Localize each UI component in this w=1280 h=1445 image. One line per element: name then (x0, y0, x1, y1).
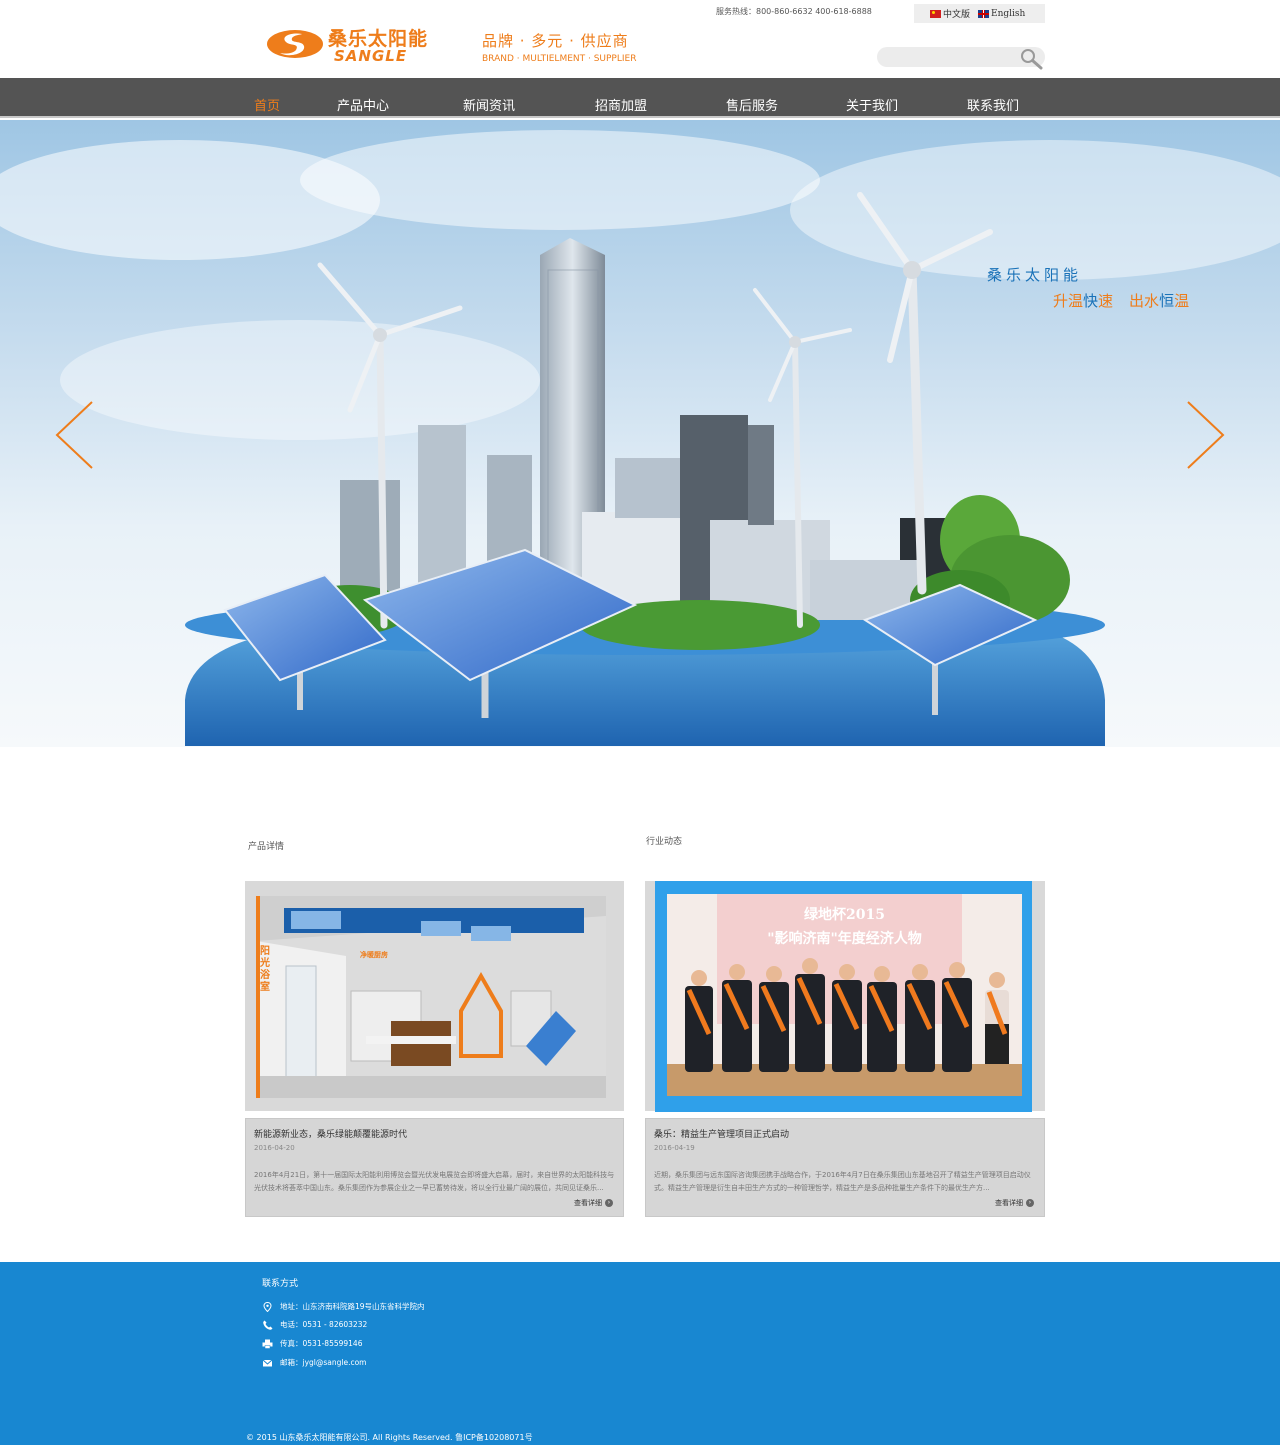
logo[interactable]: 桑乐太阳能 SANGLE (266, 24, 436, 66)
news-more-link[interactable]: 查看详细 › (995, 1198, 1034, 1208)
news-more-label: 查看详细 (995, 1199, 1023, 1207)
news-image-frame[interactable]: 绿地杯2015 "影响济南"年度经济人物 (645, 881, 1045, 1112)
logo-text-en: SANGLE (334, 47, 408, 65)
chevron-left-icon (55, 401, 93, 469)
arrow-right-circle-icon: › (1026, 1199, 1034, 1207)
site-footer: 联系方式 地址：山东济南科院路19号山东省科学院内 电话：0531 - 8260… (0, 1262, 1280, 1445)
service-hotline: 服务热线：800-860-6632 400-618-6888 (716, 7, 872, 16)
banner-prev-button[interactable] (54, 400, 94, 470)
product-card-body: 新能源新业态，桑乐绿能颠覆能源时代 2016-04-20 2016年4月21日，… (245, 1118, 624, 1217)
uk-flag-icon (978, 9, 990, 18)
banner-title: 桑乐太阳能 (987, 266, 1083, 284)
nav-item-products[interactable]: 产品中心 (337, 95, 389, 114)
footer-contact-title: 联系方式 (262, 1279, 299, 1289)
tagline-a3: 速 (1098, 292, 1114, 310)
footer-phone: 电话：0531 - 82603232 (262, 1319, 367, 1330)
news-card-body: 桑乐：精益生产管理项目正式启动 2016-04-19 近期，桑乐集团与远东国际咨… (645, 1118, 1045, 1217)
news-card-title[interactable]: 桑乐：精益生产管理项目正式启动 (654, 1127, 789, 1140)
hero-banner: 桑乐太阳能 升温快速 出水恒温 (0, 120, 1280, 747)
banner-scene-illustration (0, 130, 1280, 746)
award-ceremony-illustration (667, 894, 1022, 1096)
footer-email: 邮箱：jygl@sangle.com (262, 1357, 366, 1368)
news-card-date: 2016-04-19 (654, 1144, 695, 1152)
search-button[interactable] (1019, 47, 1045, 71)
tagline-b3: 温 (1174, 292, 1190, 310)
news-image-line-1: 绿地杯2015 (804, 907, 885, 923)
news-card-text: 近期，桑乐集团与远东国际咨询集团携手战略合作，于2016年4月7日在桑乐集团山东… (654, 1171, 1031, 1192)
footer-phone-text: 电话：0531 - 82603232 (280, 1320, 368, 1329)
product-image-sign: 阳光浴室 (260, 946, 270, 993)
nav-item-home[interactable]: 首页 (254, 95, 280, 114)
section-label-news: 行业动态 (646, 837, 683, 847)
nav-item-after-sales[interactable]: 售后服务 (726, 95, 778, 114)
mail-icon (262, 1359, 273, 1366)
banner-next-button[interactable] (1186, 400, 1226, 470)
footer-fax: 传真：0531-85599146 (262, 1338, 362, 1349)
product-more-link[interactable]: 查看详细 › (574, 1198, 613, 1208)
news-image: 绿地杯2015 "影响济南"年度经济人物 (667, 894, 1022, 1096)
logo-mark-icon (267, 30, 323, 58)
language-switcher: 中文版 English (914, 4, 1045, 23)
footer-copyright: © 2015 山东桑乐太阳能有限公司. All Rights Reserved.… (246, 1433, 533, 1442)
footer-email-text[interactable]: 邮箱：jygl@sangle.com (280, 1357, 366, 1368)
nav-item-franchise[interactable]: 招商加盟 (595, 95, 647, 114)
tagline-a2: 快 (1083, 292, 1099, 310)
main-nav: 首页 产品中心 新闻资讯 招商加盟 售后服务 关于我们 联系我们 (0, 78, 1280, 118)
nav-item-about[interactable]: 关于我们 (846, 95, 898, 114)
nav-item-news[interactable]: 新闻资讯 (463, 95, 515, 114)
printer-icon (262, 1339, 273, 1349)
footer-address: 地址：山东济南科院路19号山东省科学院内 (262, 1301, 425, 1312)
tagline-b2: 恒 (1159, 292, 1175, 310)
news-image-line-2: "影响济南"年度经济人物 (767, 931, 922, 947)
chevron-right-icon (1187, 401, 1225, 469)
slogan-cn: 品牌 · 多元 · 供应商 (482, 32, 629, 50)
section-label-products: 产品详情 (248, 842, 285, 852)
product-card-title[interactable]: 新能源新业态，桑乐绿能颠覆能源时代 (254, 1127, 407, 1140)
arrow-right-circle-icon: › (605, 1199, 613, 1207)
lang-chinese-label: 中文版 (943, 10, 971, 20)
lang-english-link[interactable]: English (978, 9, 1025, 19)
footer-address-text: 地址：山东济南科院路19号山东省科学院内 (280, 1302, 425, 1311)
location-pin-icon (263, 1301, 272, 1312)
showroom-illustration (256, 896, 606, 1098)
china-flag-icon (930, 9, 941, 18)
phone-icon (263, 1320, 273, 1330)
tagline-b1: 出水 (1129, 292, 1160, 310)
product-card-text: 2016年4月21日，第十一届国际太阳能利用博览会暨光伏发电展览会即将盛大启幕，… (254, 1171, 615, 1192)
banner-caption: 桑乐太阳能 升温快速 出水恒温 (987, 264, 1189, 310)
search-box (877, 44, 1045, 70)
lang-chinese-link[interactable]: 中文版 (930, 7, 970, 20)
product-card-date: 2016-04-20 (254, 1144, 295, 1152)
product-image-sign-2: 净暖厨房 (360, 951, 388, 959)
product-more-label: 查看详细 (574, 1199, 602, 1207)
nav-item-contact[interactable]: 联系我们 (967, 95, 1019, 114)
search-icon (1021, 49, 1043, 70)
lang-english-label: English (991, 8, 1026, 19)
footer-fax-text: 传真：0531-85599146 (280, 1339, 363, 1348)
tagline-a1: 升温 (1053, 292, 1084, 310)
product-image: 阳光浴室 净暖厨房 (256, 896, 606, 1098)
banner-tagline: 升温快速 出水恒温 (1053, 290, 1189, 311)
slogan-en: BRAND · MULTIELMENT · SUPPLIER (482, 54, 637, 64)
site-header: 桑乐太阳能 SANGLE 品牌 · 多元 · 供应商 BRAND · MULTI… (0, 0, 1280, 78)
product-image-frame[interactable]: 阳光浴室 净暖厨房 (245, 881, 624, 1111)
slogan: 品牌 · 多元 · 供应商 BRAND · MULTIELMENT · SUPP… (482, 30, 636, 64)
